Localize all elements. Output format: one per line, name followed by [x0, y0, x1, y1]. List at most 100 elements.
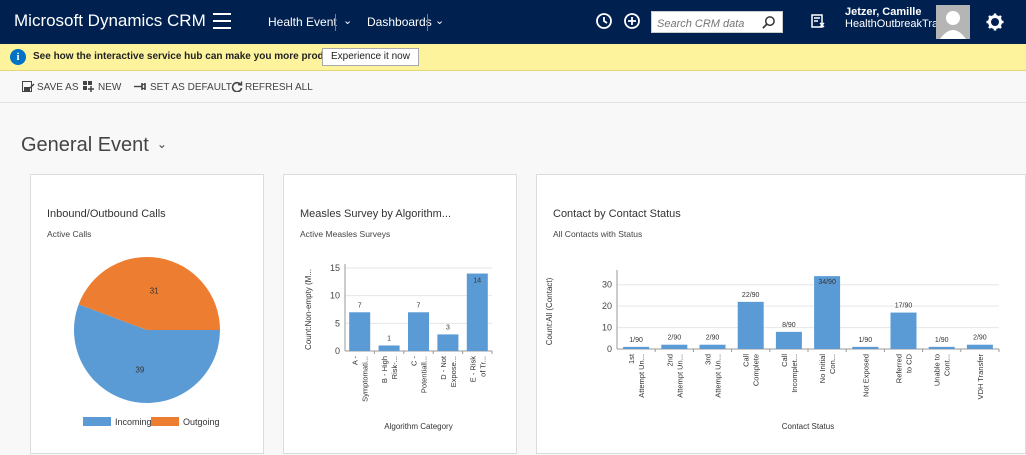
search-box — [651, 11, 783, 33]
legend-swatch — [83, 417, 111, 426]
save-as-label: SAVE AS — [37, 82, 79, 93]
bar[interactable] — [737, 301, 764, 349]
refresh-all-button[interactable]: REFRESH ALL — [231, 81, 313, 93]
x-category-label-line: Risk-... — [390, 356, 399, 379]
bar-data-label: 1 — [387, 335, 391, 342]
user-avatar[interactable] — [936, 5, 970, 39]
bar[interactable] — [623, 346, 650, 349]
chart-card-contact-status: 0 10 20 30 1/90 1stAttempt Un... 2/90 2ndAttemp… — [536, 174, 1026, 454]
x-category-label: E - Riskof Tr... — [468, 356, 487, 383]
hamburger-menu-icon[interactable] — [213, 13, 231, 29]
bar-data-label: 17/90 — [895, 303, 913, 310]
nav-separator — [427, 14, 428, 31]
bar[interactable] — [775, 331, 802, 349]
legend-item-outgoing[interactable]: Outgoing — [151, 417, 220, 427]
nav-dashboards-chevron-down-icon[interactable]: ⌄ — [435, 14, 444, 27]
x-category-label-line: Symptomati... — [361, 356, 370, 402]
create-new-plus-icon[interactable] — [622, 11, 642, 31]
bar-data-label: 2/90 — [706, 335, 720, 342]
bar[interactable] — [890, 312, 917, 349]
legend-label: Outgoing — [183, 417, 220, 427]
y-tick-label: 5 — [335, 318, 340, 328]
x-category-label: C -Potentiall... — [410, 356, 429, 394]
legend-item-incoming[interactable]: Incoming — [83, 417, 152, 427]
x-category-label: 1stAttempt Un... — [627, 353, 646, 398]
bar-data-label: 1/90 — [858, 337, 872, 344]
top-navigation-bar: Microsoft Dynamics CRM Health Event ⌄ Da… — [0, 0, 1026, 44]
app-title[interactable]: Microsoft Dynamics CRM — [14, 11, 206, 31]
bar[interactable] — [852, 346, 879, 349]
x-category-label-line: Complete — [752, 354, 761, 386]
chart-card-measles-survey: 0 5 10 15 7 A -Symptomati... 1 B - HighRisk-...… — [283, 174, 517, 454]
bar[interactable] — [378, 345, 400, 351]
bar[interactable] — [699, 344, 726, 349]
bar-data-label: 2/90 — [973, 335, 987, 342]
settings-gear-icon[interactable] — [985, 12, 1005, 32]
x-category-label-line: No Initial — [818, 354, 827, 384]
advanced-find-icon[interactable] — [808, 11, 828, 31]
chart-view-selector[interactable]: Active Calls — [47, 229, 91, 239]
search-input[interactable] — [657, 15, 755, 33]
experience-it-now-button[interactable]: Experience it now — [322, 48, 419, 66]
bar[interactable] — [814, 276, 841, 349]
pie-data-label: 31 — [150, 286, 159, 295]
chart-view-selector[interactable]: Active Measles Surveys — [300, 229, 390, 239]
x-category-label-line: Attempt Un... — [714, 354, 723, 398]
chart-title: Measles Survey by Algorithm... — [300, 208, 452, 220]
new-button[interactable]: NEW — [83, 81, 121, 93]
set-as-default-button[interactable]: SET AS DEFAULT — [133, 81, 232, 93]
bar[interactable] — [437, 334, 459, 351]
nav-dashboards[interactable]: Dashboards — [367, 15, 432, 29]
legend-swatch — [151, 417, 179, 426]
bar-data-label: 1/90 — [935, 337, 949, 344]
bar[interactable] — [661, 344, 688, 349]
x-category-label-line: 2nd — [665, 354, 674, 367]
bar[interactable] — [928, 346, 955, 349]
nav-separator — [335, 14, 336, 31]
bar-data-label: 2/90 — [667, 335, 681, 342]
x-category-label-line: 1st — [627, 353, 636, 364]
save-as-button[interactable]: SAVE AS — [22, 81, 79, 93]
dashboard-selector[interactable]: General Event ⌄ — [21, 134, 167, 157]
x-category-label: 2ndAttempt Un... — [665, 354, 684, 398]
x-category-label: Not Exposed — [861, 354, 870, 397]
x-category-label-line: Attempt Un... — [637, 354, 646, 398]
bar[interactable] — [466, 273, 488, 351]
x-category-label-line: Potentiall... — [420, 356, 429, 393]
x-category-label-line: to CD — [905, 353, 914, 373]
x-category-label-line: Unable to — [933, 354, 942, 386]
bar[interactable] — [408, 312, 429, 351]
x-category-label: VDH Transfer — [976, 354, 985, 400]
x-axis-title: Contact Status — [782, 422, 834, 431]
bar-data-label: 8/90 — [782, 322, 796, 329]
bar-data-label: 7 — [417, 302, 421, 309]
x-category-label-line: of Tr... — [478, 356, 487, 377]
bar[interactable] — [966, 344, 993, 349]
new-label: NEW — [98, 82, 122, 93]
chart-view-selector[interactable]: All Contacts with Status — [553, 229, 642, 239]
chart-title: Inbound/Outbound Calls — [47, 208, 166, 220]
x-category-label: CallIncomplet... — [780, 354, 799, 393]
y-tick-label: 0 — [335, 346, 340, 356]
x-category-label-line: Call — [742, 354, 751, 367]
user-info[interactable]: Jetzer, Camille HealthOutbreakTra... — [845, 6, 947, 30]
x-category-label-line: Con... — [828, 354, 837, 374]
nav-area-chevron-down-icon[interactable]: ⌄ — [343, 14, 352, 27]
x-category-label: Unable toCont... — [933, 354, 952, 386]
person-silhouette-icon — [936, 5, 970, 39]
set-default-pin-icon — [134, 83, 146, 90]
command-bar: SAVE AS NEW SET AS DEFAULT REFRESH ALL — [0, 71, 1026, 103]
x-category-label-line: Referred — [895, 354, 904, 383]
recent-items-clock-icon[interactable] — [594, 11, 614, 31]
save-as-icon — [22, 81, 35, 92]
bar[interactable] — [349, 312, 371, 351]
bar-data-label: 3 — [446, 324, 450, 331]
y-tick-label: 30 — [602, 280, 612, 290]
search-icon[interactable] — [761, 15, 776, 30]
x-category-label: No InitialCon... — [818, 354, 837, 384]
nav-area-health-event[interactable]: Health Event — [268, 15, 337, 29]
x-category-label: D - NotExpose... — [439, 355, 458, 387]
y-tick-label: 15 — [330, 263, 340, 273]
refresh-all-label: REFRESH ALL — [245, 82, 313, 93]
legend-label: Incoming — [115, 417, 152, 427]
